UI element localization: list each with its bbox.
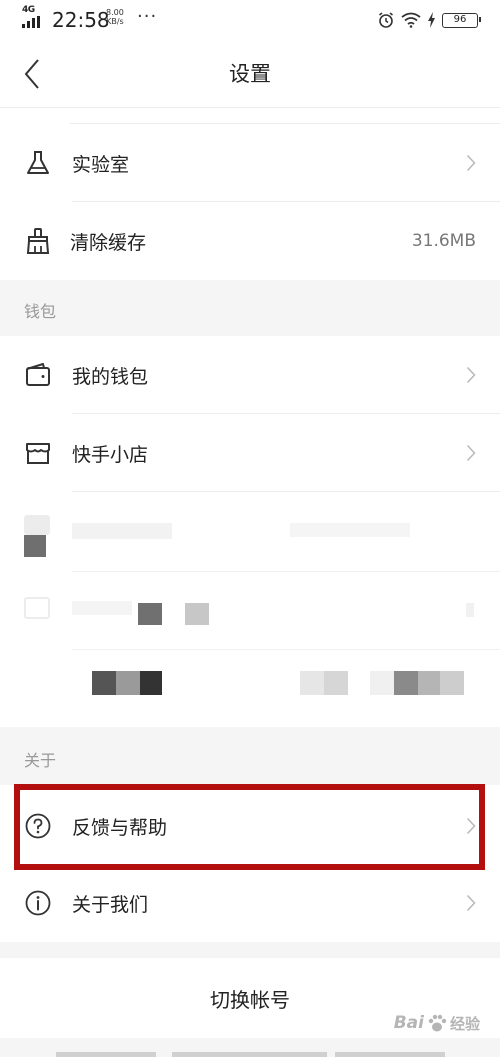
charging-icon (428, 12, 435, 28)
mosaic-block (324, 671, 348, 695)
wifi-icon (401, 12, 421, 28)
alarm-icon (379, 12, 393, 28)
mosaic-block (394, 671, 418, 695)
watermark-text: Bai (393, 1013, 424, 1033)
blurred-chevron (466, 603, 474, 617)
chevron-right-icon (466, 817, 476, 835)
flask-icon (27, 151, 49, 174)
bottom-tab-indicator (172, 1052, 327, 1057)
mosaic-block (300, 671, 324, 695)
battery-level: 96 (453, 13, 467, 25)
watermark-suffix: 经验 (449, 1014, 480, 1033)
bottom-tab-indicator (335, 1052, 445, 1057)
status-bar: 4G 22:58 8.00 KB/s ··· 96 (0, 0, 500, 40)
row-label: 我的钱包 (72, 365, 149, 388)
store-icon (26, 443, 50, 464)
signal-icon (22, 16, 42, 28)
divider (72, 491, 500, 492)
settings-row-feedback[interactable]: 反馈与帮助 (0, 787, 500, 865)
blurred-text (72, 523, 172, 539)
blurred-text (72, 601, 132, 615)
chevron-left-icon (24, 59, 39, 89)
chevron-right-icon (466, 366, 476, 384)
mosaic-block (140, 671, 162, 695)
divider (72, 649, 500, 650)
section-header-about: 关于 (0, 727, 500, 785)
network-type: 4G (22, 5, 35, 15)
network-speed-value: 8.00 (106, 8, 124, 17)
section-label: 钱包 (24, 302, 57, 321)
chevron-right-icon (466, 894, 476, 912)
settings-row-wallet[interactable]: 我的钱包 (0, 336, 500, 414)
paw-icon (428, 1014, 447, 1032)
mosaic-block (185, 603, 209, 625)
mosaic-block (92, 671, 116, 695)
settings-row-lab[interactable]: 实验室 (0, 124, 500, 202)
blurred-icon (24, 515, 50, 535)
help-circle-icon (25, 813, 51, 839)
blurred-icon (24, 597, 50, 619)
settings-row-about-us[interactable]: 关于我们 (0, 864, 500, 942)
bottom-tab-indicator (56, 1052, 156, 1057)
mosaic-block (24, 535, 46, 557)
section-label: 关于 (24, 751, 57, 770)
chevron-right-icon (466, 154, 476, 172)
cache-size: 31.6MB (411, 231, 476, 251)
network-speed-unit: KB/s (106, 17, 124, 26)
section-header-wallet: 钱包 (0, 280, 500, 336)
row-label: 清除缓存 (70, 231, 147, 254)
mosaic-block (138, 603, 162, 625)
chevron-right-icon (466, 444, 476, 462)
row-label: 关于我们 (72, 893, 149, 916)
wallet-icon (26, 363, 50, 386)
section-spacer (0, 942, 500, 958)
blurred-text (290, 523, 410, 537)
status-right: 96 (377, 10, 481, 30)
row-label: 快手小店 (72, 443, 149, 466)
baidu-watermark: Bai 经验 (394, 1006, 480, 1040)
obscured-rows (0, 493, 500, 727)
divider (72, 571, 500, 572)
settings-row-shop[interactable]: 快手小店 (0, 414, 500, 492)
settings-page: 4G 22:58 8.00 KB/s ··· 96 设置 实验室 清除缓存 31… (0, 0, 500, 1057)
mosaic-block (116, 671, 140, 695)
row-label: 实验室 (72, 153, 130, 176)
mosaic-block (418, 671, 440, 695)
network-speed: 8.00 KB/s (106, 8, 124, 26)
status-time: 22:58 (52, 8, 110, 32)
mosaic-block (370, 671, 394, 695)
info-circle-icon (25, 890, 51, 916)
battery-icon: 96 (442, 12, 481, 28)
page-title: 设置 (229, 62, 271, 86)
back-button[interactable] (14, 54, 50, 94)
more-notifications-icon: ··· (137, 6, 158, 27)
broom-icon (26, 228, 50, 254)
mosaic-block (440, 671, 464, 695)
settings-row-clear-cache[interactable]: 清除缓存 31.6MB (0, 202, 500, 280)
nav-bar: 设置 (0, 40, 500, 108)
row-label: 反馈与帮助 (72, 816, 168, 839)
